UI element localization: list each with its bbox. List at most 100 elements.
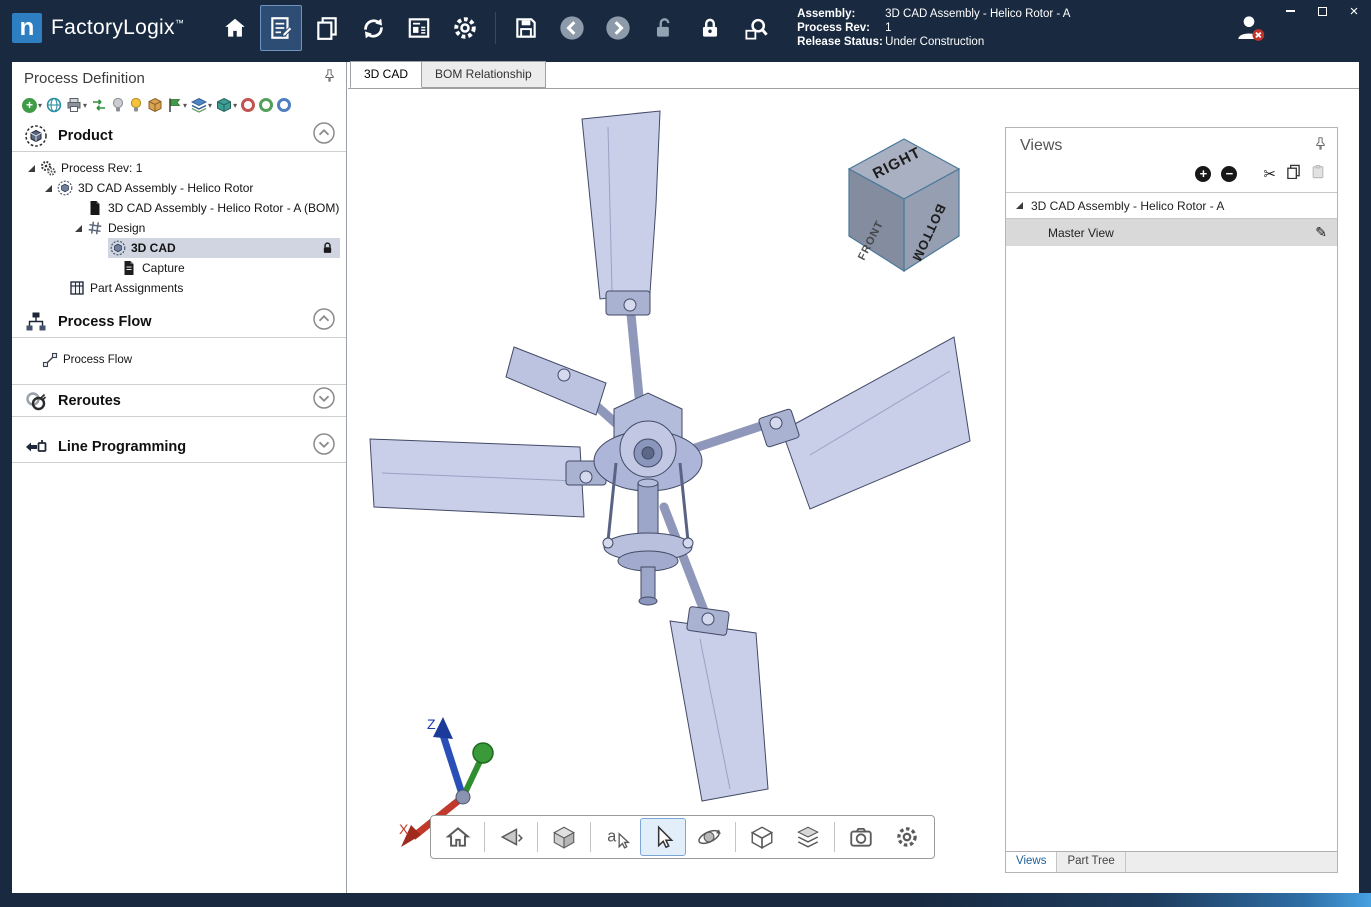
capture-document-icon	[121, 260, 137, 276]
collapse-process-flow-button[interactable]	[312, 307, 336, 336]
home-button[interactable]	[214, 5, 256, 51]
shaded-view-button[interactable]	[541, 818, 587, 856]
tab-3d-cad[interactable]: 3D CAD	[350, 61, 422, 88]
annotation-button[interactable]: a	[594, 818, 640, 856]
view-orientation-button[interactable]	[488, 818, 534, 856]
cad-viewport[interactable]: RIGHT BOTTOM FRONT Z X	[348, 89, 1359, 893]
viewport-settings-button[interactable]	[884, 818, 930, 856]
expand-line-programming-button[interactable]	[312, 432, 336, 461]
master-view-item[interactable]: Master View ✎	[1006, 219, 1337, 246]
tree-item-assembly[interactable]: 3D CAD Assembly - Helico Rotor	[12, 178, 346, 198]
tree-item-3d-cad[interactable]: 3D CAD	[12, 238, 346, 258]
locked-icon	[321, 241, 334, 255]
chevron-down-circle-icon	[312, 432, 336, 456]
audit-search-button[interactable]	[735, 5, 777, 51]
paste-view-button[interactable]	[1311, 164, 1325, 184]
remove-view-button[interactable]: −	[1221, 166, 1237, 182]
tree-item-label: Capture	[142, 261, 185, 275]
section-line-programming[interactable]: Line Programming	[12, 431, 346, 463]
minimize-icon	[1286, 10, 1295, 12]
process-definition-button[interactable]	[260, 5, 302, 51]
tab-part-tree[interactable]: Part Tree	[1057, 852, 1125, 872]
edit-view-icon[interactable]: ✎	[1315, 224, 1327, 241]
activities-button[interactable]: ▾	[191, 96, 212, 114]
print-button[interactable]: ▾	[66, 96, 87, 114]
add-view-button[interactable]: +	[1195, 166, 1211, 182]
tree-item-part-assignments[interactable]: Part Assignments	[12, 278, 346, 298]
views-panel-title: Views	[1020, 137, 1062, 155]
section-reroutes[interactable]: Reroutes	[12, 385, 346, 417]
tree-item-design[interactable]: Design	[12, 218, 346, 238]
unlock-button[interactable]	[643, 5, 685, 51]
pin-icon	[1314, 137, 1327, 150]
expander-icon[interactable]	[28, 165, 35, 172]
bounding-box-icon	[749, 824, 775, 850]
bulb-off-icon	[111, 97, 125, 113]
collapse-product-button[interactable]	[312, 121, 336, 150]
close-button[interactable]: ×	[1347, 5, 1361, 17]
caret-down-icon: ▾	[38, 101, 42, 110]
home-icon	[445, 824, 471, 850]
section-layers-button[interactable]	[785, 818, 831, 856]
section-process-flow[interactable]: Process Flow	[12, 306, 346, 338]
expand-reroutes-button[interactable]	[312, 386, 336, 415]
web-button[interactable]	[46, 96, 62, 114]
add-step-button[interactable]: +▾	[22, 96, 42, 114]
orbit-icon	[696, 824, 722, 850]
documents-button[interactable]	[306, 5, 348, 51]
idea-off-button[interactable]	[111, 96, 125, 114]
search-icon	[743, 15, 770, 42]
forward-button[interactable]	[597, 5, 639, 51]
tree-item-process-flow[interactable]: Process Flow	[12, 350, 346, 370]
select-tool-button[interactable]	[640, 818, 686, 856]
content-area: Process Definition +▾ ▾ ▾ ▾ ▾	[12, 62, 1359, 893]
pin-button[interactable]	[323, 69, 336, 87]
sync-button[interactable]	[352, 5, 394, 51]
settings-button[interactable]	[444, 5, 486, 51]
back-button[interactable]	[551, 5, 593, 51]
section-product[interactable]: Product	[12, 120, 346, 152]
wireframe-box-button[interactable]	[739, 818, 785, 856]
lock-button[interactable]	[689, 5, 731, 51]
orbit-button[interactable]	[686, 818, 732, 856]
expander-icon[interactable]	[1016, 202, 1023, 209]
cad-tools-button[interactable]: ▾	[216, 96, 237, 114]
cut-view-icon[interactable]: ✂	[1263, 165, 1276, 183]
user-button[interactable]	[1233, 11, 1267, 45]
views-root-item[interactable]: 3D CAD Assembly - Helico Rotor - A	[1006, 192, 1337, 219]
maximize-button[interactable]	[1315, 5, 1329, 17]
go-button[interactable]	[259, 96, 273, 114]
design-icon	[87, 220, 103, 236]
chevron-up-circle-icon	[312, 307, 336, 331]
tree-item-bom[interactable]: 3D CAD Assembly - Helico Rotor - A (BOM)	[12, 198, 346, 218]
master-view-label: Master View	[1048, 226, 1114, 240]
stop-button[interactable]	[241, 96, 255, 114]
idea-on-button[interactable]	[129, 96, 143, 114]
pointer-icon	[650, 824, 676, 850]
milestone-button[interactable]: ▾	[167, 96, 187, 114]
orientation-cube[interactable]: RIGHT BOTTOM FRONT	[834, 131, 974, 281]
transfer-button[interactable]	[91, 96, 107, 114]
expander-icon[interactable]	[75, 225, 82, 232]
tab-bom-relationship[interactable]: BOM Relationship	[421, 61, 546, 88]
tree-item-capture[interactable]: Capture	[12, 258, 346, 278]
save-icon	[513, 15, 539, 41]
save-button[interactable]	[505, 5, 547, 51]
package-button[interactable]	[147, 96, 163, 114]
section-process-flow-label: Process Flow	[58, 314, 151, 330]
product-icon	[24, 124, 48, 148]
copy-view-button[interactable]	[1286, 164, 1301, 184]
snapshot-button[interactable]	[838, 818, 884, 856]
maximize-icon	[1318, 7, 1327, 16]
view-home-button[interactable]	[435, 818, 481, 856]
tree-item-process-rev[interactable]: Process Rev: 1	[12, 158, 346, 178]
reports-button[interactable]	[398, 5, 440, 51]
hold-button[interactable]	[277, 96, 291, 114]
minimize-button[interactable]	[1283, 5, 1297, 17]
views-pin-button[interactable]	[1314, 137, 1327, 155]
assembly-icon	[57, 180, 73, 196]
expander-icon[interactable]	[45, 185, 52, 192]
tree-item-label: Process Rev: 1	[61, 161, 142, 175]
tab-views[interactable]: Views	[1006, 852, 1057, 872]
camera-icon	[848, 824, 874, 850]
